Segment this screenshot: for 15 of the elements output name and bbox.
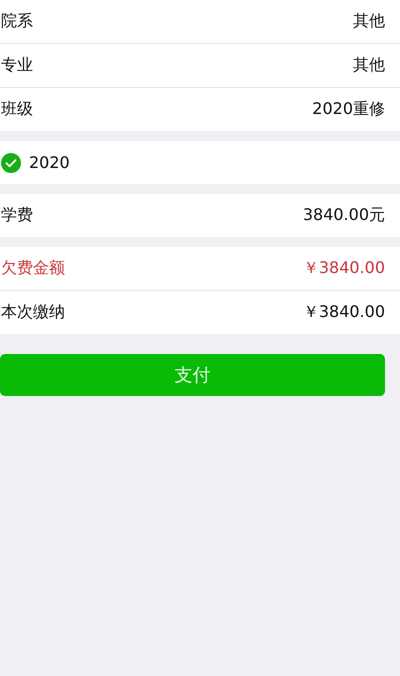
checkbox-icon[interactable]	[1, 152, 21, 172]
row-label: 欠费金额	[1, 258, 65, 279]
row-value: ￥3840.00	[302, 258, 385, 279]
row-value: ￥3840.00	[302, 302, 385, 323]
row-value: 其他	[353, 55, 385, 76]
year-label: 2020	[29, 153, 71, 172]
row-label: 本次缴纳	[1, 302, 65, 323]
row-value: 2020重修	[312, 99, 385, 120]
row-value: 其他	[353, 11, 385, 32]
row-label: 专业	[1, 55, 33, 76]
row-label: 院系	[1, 11, 33, 32]
row-label: 学费	[1, 205, 33, 226]
pay-button[interactable]: 支付	[0, 354, 385, 396]
row-label: 班级	[1, 99, 33, 120]
row-value: 3840.00元	[302, 205, 385, 226]
